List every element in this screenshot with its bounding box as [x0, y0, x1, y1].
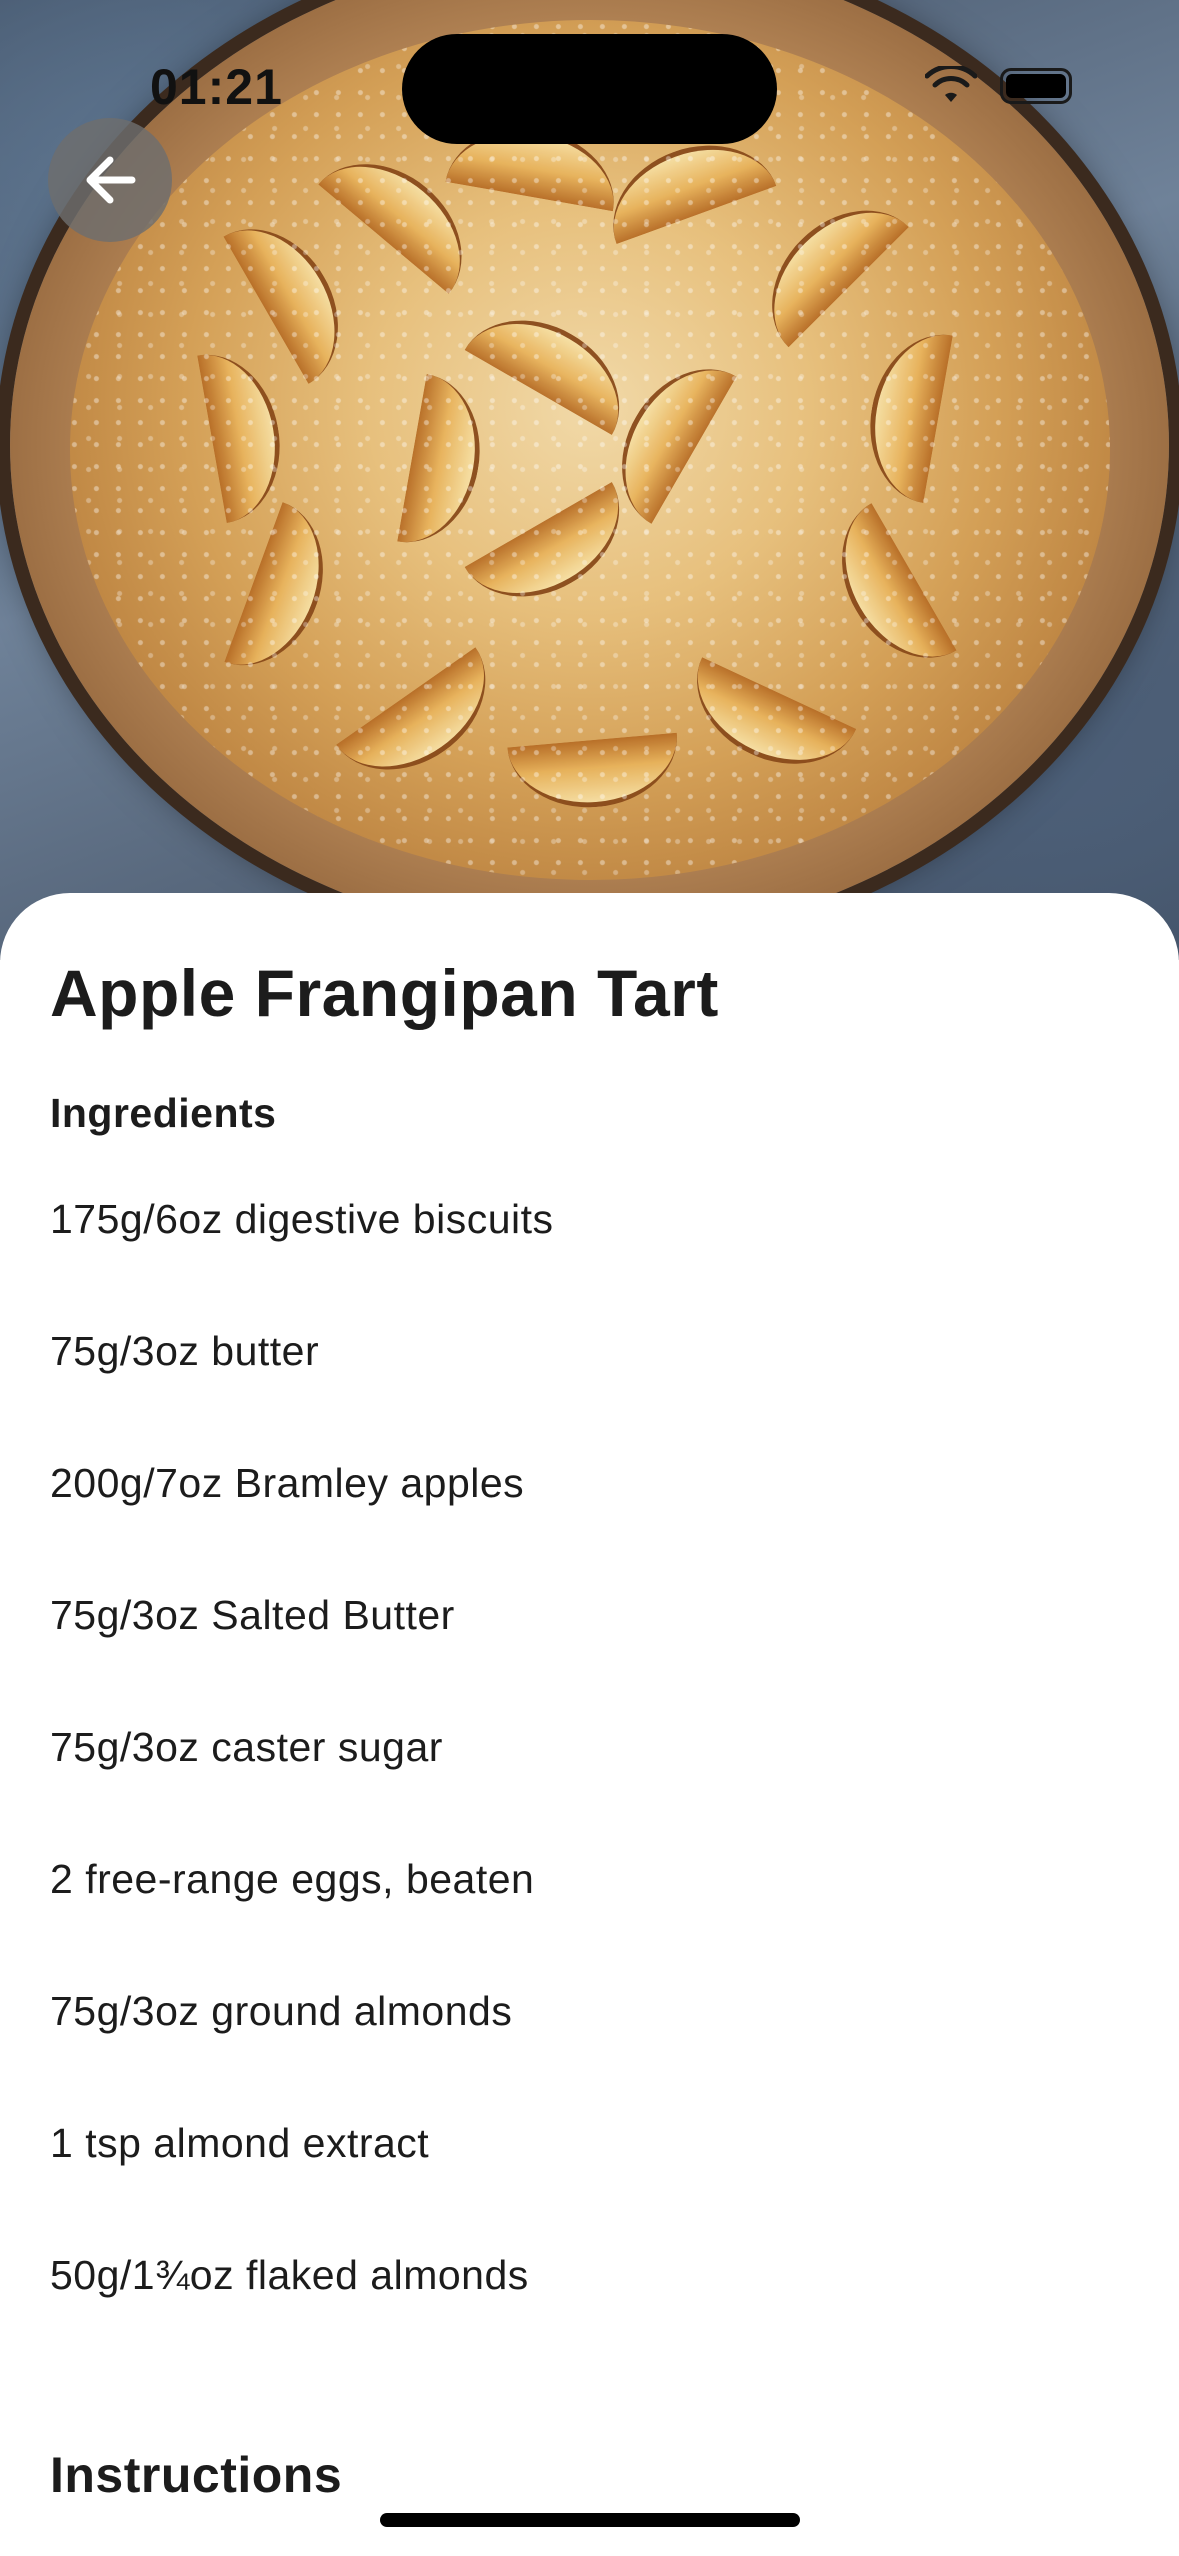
ingredient-item: 1 tsp almond extract: [50, 2120, 430, 2166]
status-time: 01:21: [150, 59, 283, 115]
arrow-left-icon: [86, 156, 136, 204]
ingredient-item: 200g/7oz Bramley apples: [50, 1460, 525, 1506]
wifi-icon: [925, 66, 977, 102]
ingredient-list: 175g/6oz digestive biscuits 75g/3oz butt…: [50, 1195, 554, 2383]
battery-level: [1006, 74, 1066, 98]
ingredients-heading: Ingredients: [50, 1090, 277, 1136]
ingredient-item: 175g/6oz digestive biscuits: [50, 1196, 554, 1242]
ingredient-item: 50g/1¾oz flaked almonds: [50, 2252, 529, 2298]
dynamic-island: [402, 34, 777, 144]
instructions-heading: Instructions: [50, 2447, 343, 2503]
recipe-detail-screen: 01:21 Apple Frangipan Tart Ingredients 1…: [0, 0, 1179, 2556]
recipe-title: Apple Frangipan Tart: [50, 956, 719, 1030]
powdered-sugar: [70, 20, 1110, 880]
ingredient-item: 75g/3oz Salted Butter: [50, 1592, 455, 1638]
ingredient-item: 75g/3oz ground almonds: [50, 1988, 513, 2034]
ingredient-item: 75g/3oz butter: [50, 1328, 320, 1374]
ingredient-item: 2 free-range eggs, beaten: [50, 1856, 535, 1902]
back-button[interactable]: [48, 118, 172, 242]
recipe-content-sheet: Apple Frangipan Tart Ingredients 175g/6o…: [0, 893, 1179, 2556]
home-indicator[interactable]: [380, 2513, 800, 2527]
ingredient-item: 75g/3oz caster sugar: [50, 1724, 443, 1770]
battery-icon: [1000, 68, 1072, 104]
hero-image: [0, 0, 1179, 960]
